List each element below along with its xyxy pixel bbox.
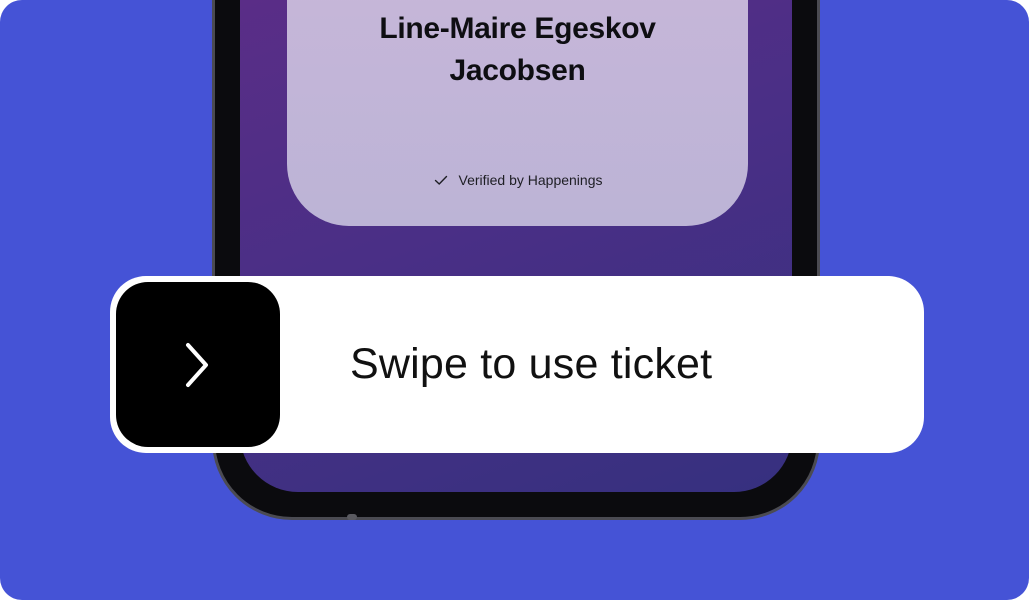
swipe-to-use-slider[interactable]: Swipe to use ticket — [110, 276, 924, 453]
ticket-holder-name: Line-Maire Egeskov Jacobsen — [287, 8, 748, 92]
holder-name-line-1: Line-Maire Egeskov — [379, 12, 656, 45]
verified-badge: Verified by Happenings — [287, 172, 748, 188]
chevron-right-icon — [178, 335, 218, 395]
swipe-label: Swipe to use ticket — [350, 340, 713, 388]
check-icon — [433, 172, 449, 188]
verified-text: Verified by Happenings — [458, 172, 603, 188]
swipe-handle[interactable] — [116, 282, 280, 447]
holder-name-line-2: Jacobsen — [449, 54, 586, 87]
app-canvas: Line-Maire Egeskov Jacobsen Verified by … — [0, 0, 1029, 600]
phone-speaker — [347, 514, 357, 520]
